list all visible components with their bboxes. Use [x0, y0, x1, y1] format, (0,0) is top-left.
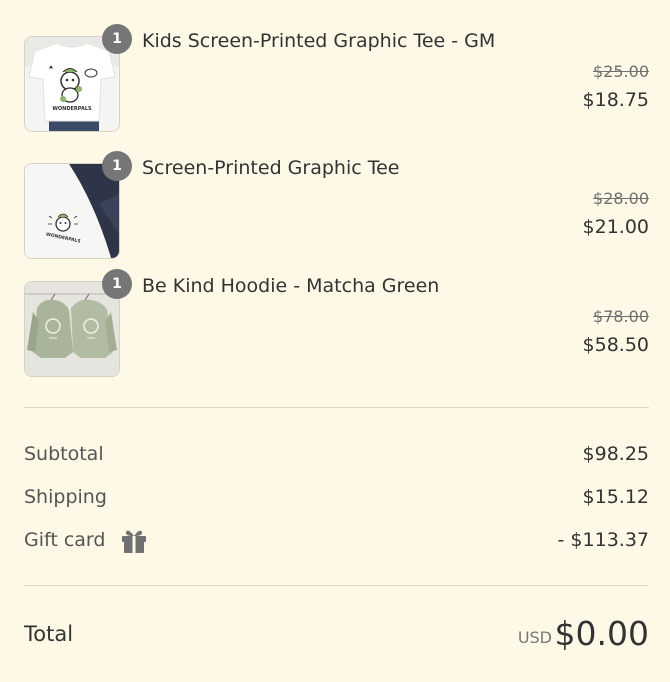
kids-tee-thumbnail: WONDERPALS [24, 36, 120, 132]
total-value: $0.00 [554, 614, 649, 653]
gift-icon [120, 528, 148, 554]
sale-price: $58.50 [582, 334, 649, 356]
sale-price: $21.00 [582, 216, 649, 238]
order-summary: WONDERPALS 1 Kids Screen-Printed Graphic… [24, 0, 649, 682]
product-name: Be Kind Hoodie - Matcha Green [142, 275, 440, 297]
hoodie-thumbnail [24, 281, 120, 377]
line-item: 1 Be Kind Hoodie - Matcha Green $78.00 $… [24, 269, 649, 381]
product-name: Kids Screen-Printed Graphic Tee - GM [142, 30, 496, 52]
quantity-badge: 1 [102, 24, 132, 54]
original-price: $78.00 [593, 307, 649, 326]
product-image-wrap: 1 [24, 269, 132, 377]
graphic-tee-thumbnail: WONDERPALS [24, 163, 120, 259]
gift-card-value: - $113.37 [557, 529, 649, 551]
kids-tee-print-text: WONDERPALS [52, 106, 92, 112]
shipping-value: $15.12 [582, 486, 649, 508]
divider [24, 407, 649, 408]
product-name: Screen-Printed Graphic Tee [142, 157, 400, 179]
line-item: WONDERPALS 1 Kids Screen-Printed Graphic… [24, 24, 649, 136]
quantity-badge: 1 [102, 269, 132, 299]
total-label: Total [24, 622, 74, 646]
gift-card-label: Gift card [24, 529, 106, 551]
line-item: WONDERPALS 1 Screen-Printed Graphic Tee … [24, 151, 649, 263]
sale-price: $18.75 [582, 89, 649, 111]
quantity-badge: 1 [102, 151, 132, 181]
original-price: $25.00 [593, 62, 649, 81]
product-image-wrap: WONDERPALS 1 [24, 24, 132, 132]
product-image-wrap: WONDERPALS 1 [24, 151, 132, 259]
subtotal-label: Subtotal [24, 443, 104, 465]
currency-code: USD [517, 628, 552, 647]
shipping-label: Shipping [24, 486, 107, 508]
original-price: $28.00 [593, 189, 649, 208]
subtotal-value: $98.25 [582, 443, 649, 465]
divider [24, 585, 649, 586]
